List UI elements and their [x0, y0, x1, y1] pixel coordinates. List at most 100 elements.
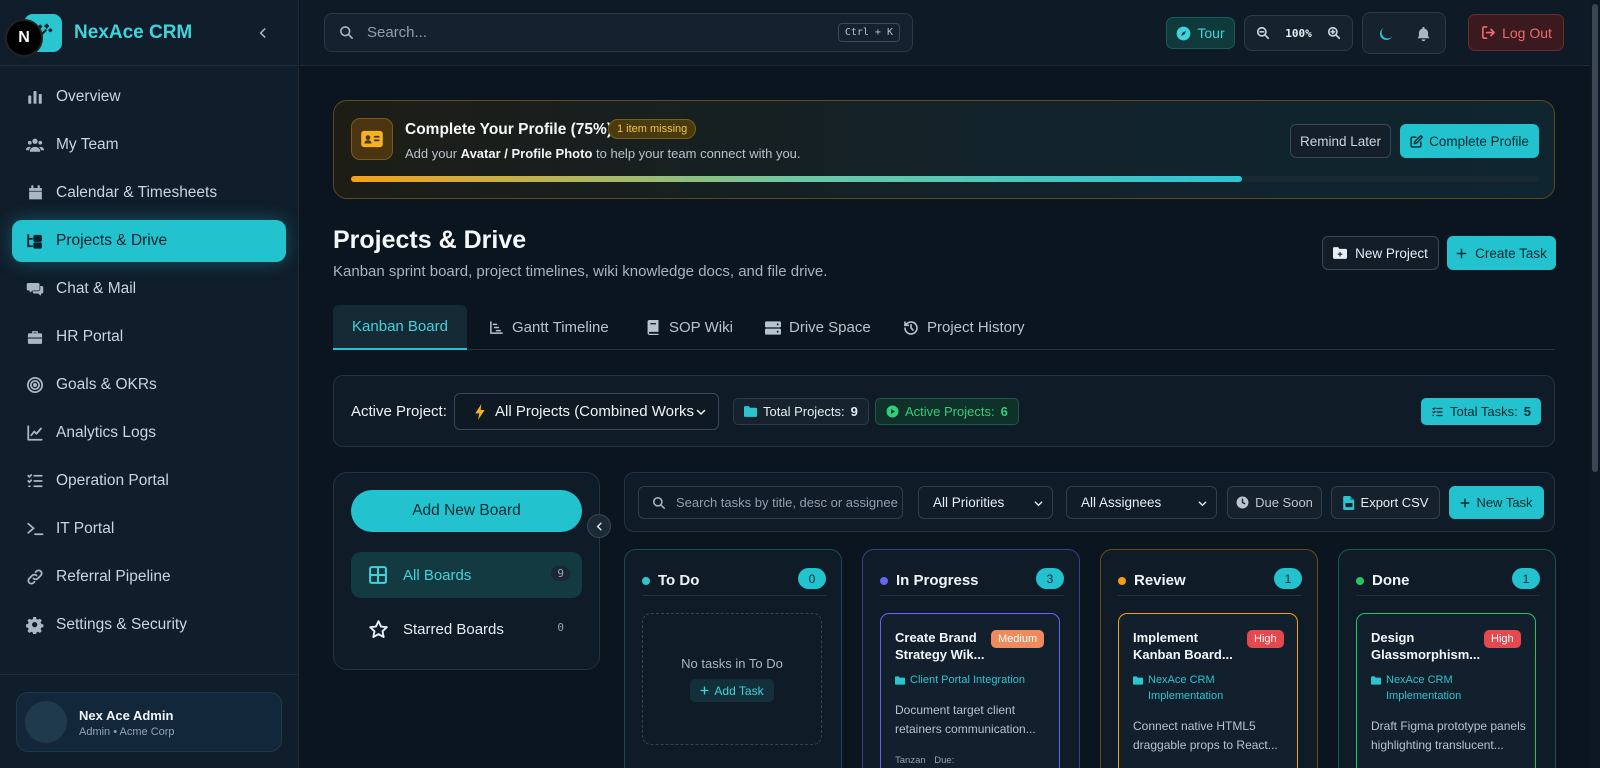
tab-kanban-board[interactable]: Kanban Board: [333, 305, 467, 350]
task-card[interactable]: Create Brand Strategy Wik... Medium Clie…: [880, 613, 1060, 768]
tab-project-history[interactable]: Project History: [903, 305, 1025, 350]
plus-icon: [1460, 498, 1470, 508]
zoom-in-icon[interactable]: [1326, 25, 1342, 41]
column-title: To Do: [658, 572, 700, 589]
sidebar-item-label: IT Portal: [56, 520, 115, 537]
column-title: In Progress: [896, 572, 979, 589]
task-project: NexAce CRM Implementation: [1133, 673, 1283, 704]
link-icon: [24, 566, 46, 588]
task-card[interactable]: Design Glassmorphism... High NexAce CRM …: [1356, 613, 1536, 768]
clock-icon: [1236, 496, 1249, 509]
total-tasks-stat: Total Tasks: 5: [1421, 398, 1541, 425]
brand-name: NexAce CRM: [74, 21, 193, 43]
page-scrollbar[interactable]: [1590, 0, 1600, 768]
complete-profile-button[interactable]: Complete Profile: [1400, 124, 1539, 158]
empty-column-dropzone[interactable]: No tasks in To Do Add Task: [642, 613, 822, 745]
page-title: Projects & Drive: [333, 226, 527, 254]
sidebar-item-my-team[interactable]: My Team: [12, 124, 286, 166]
grid-icon: [367, 564, 389, 586]
file-csv-icon: [1342, 495, 1355, 510]
sidebar-item-goals-okrs[interactable]: Goals & OKRs: [12, 364, 286, 406]
user-profile-card[interactable]: Nex Ace Admin Admin • Acme Corp: [16, 692, 282, 752]
task-project: NexAce CRM Implementation: [1371, 673, 1521, 704]
sidebar-item-analytics-logs[interactable]: Analytics Logs: [12, 412, 286, 454]
sidebar-item-operation-portal[interactable]: Operation Portal: [12, 460, 286, 502]
active-project-select[interactable]: All Projects (Combined Works: [454, 393, 719, 430]
tab-sop-wiki[interactable]: SOP Wiki: [645, 305, 733, 350]
tour-button[interactable]: Tour: [1166, 17, 1235, 49]
assignee-filter-select[interactable]: All Assignees: [1066, 486, 1217, 519]
sidebar-item-calendar[interactable]: Calendar & Timesheets: [12, 172, 286, 214]
task-card[interactable]: Implement Kanban Board... High NexAce CR…: [1118, 613, 1298, 768]
new-task-button[interactable]: New Task: [1449, 486, 1544, 519]
board-item-starred[interactable]: Starred Boards 0: [351, 606, 582, 652]
sidebar-item-overview[interactable]: Overview: [12, 76, 286, 118]
add-task-label: Add Task: [714, 683, 764, 698]
create-task-button[interactable]: Create Task: [1447, 236, 1556, 270]
compass-icon: [1176, 26, 1191, 41]
new-project-button[interactable]: New Project: [1322, 236, 1439, 270]
due-soon-filter-button[interactable]: Due Soon: [1227, 486, 1322, 519]
collapse-sidebar-button[interactable]: [252, 22, 274, 44]
due-soon-label: Due Soon: [1255, 495, 1313, 510]
priority-badge: Medium: [991, 630, 1045, 648]
board-label: All Boards: [403, 566, 472, 584]
brand-header: NexAce CRM: [0, 0, 298, 66]
new-task-label: New Task: [1476, 495, 1533, 510]
task-title: Create Brand Strategy Wik...: [895, 630, 985, 662]
sidebar-item-chat-mail[interactable]: Chat & Mail: [12, 268, 286, 310]
task-project: Client Portal Integration: [895, 673, 1045, 689]
kanban-column-todo: To Do 0 No tasks in To Do Add Task: [624, 549, 842, 768]
zoom-controls: 100%: [1244, 15, 1353, 51]
profile-completion-banner: Complete Your Profile (75%) 1 item missi…: [333, 100, 1555, 199]
star-icon: [367, 618, 389, 640]
remind-later-button[interactable]: Remind Later: [1290, 124, 1391, 158]
column-header: Review 1: [1118, 566, 1302, 596]
board-item-all[interactable]: All Boards 9: [351, 552, 582, 598]
task-assignee: Tanzan: [895, 755, 926, 766]
tab-gantt-timeline[interactable]: Gantt Timeline: [488, 305, 609, 350]
chat-icon: [24, 278, 46, 300]
avatar[interactable]: N: [5, 19, 43, 57]
tab-label: Gantt Timeline: [512, 319, 609, 336]
tab-drive-space[interactable]: Drive Space: [765, 305, 871, 350]
utility-controls: [1362, 12, 1446, 54]
sidebar-item-referral-pipeline[interactable]: Referral Pipeline: [12, 556, 286, 598]
sidebar-item-label: Projects & Drive: [56, 232, 168, 249]
logout-button[interactable]: Log Out: [1468, 14, 1564, 51]
add-new-board-button[interactable]: Add New Board: [351, 490, 582, 532]
moon-icon[interactable]: [1376, 24, 1396, 44]
column-title: Review: [1134, 572, 1186, 589]
task-project-name: Client Portal Integration: [910, 674, 1025, 686]
assignee-filter-value: All Assignees: [1081, 495, 1162, 510]
edit-icon: [1410, 134, 1423, 148]
gear-icon: [24, 614, 46, 636]
complete-profile-label: Complete Profile: [1429, 133, 1529, 149]
plus-icon: [700, 686, 709, 695]
tab-label: Kanban Board: [352, 318, 448, 335]
add-task-button[interactable]: Add Task: [690, 679, 774, 702]
line-chart-icon: [24, 422, 46, 444]
zoom-out-icon[interactable]: [1255, 25, 1271, 41]
global-search-input[interactable]: Search... Ctrl + K: [324, 13, 913, 52]
sidebar-item-label: Goals & OKRs: [56, 376, 157, 393]
sidebar-item-label: Settings & Security: [56, 616, 187, 633]
export-csv-button[interactable]: Export CSV: [1331, 486, 1440, 519]
chevron-down-icon: [1032, 497, 1044, 509]
collapse-boards-button[interactable]: [587, 514, 611, 538]
scrollbar-thumb[interactable]: [1592, 4, 1598, 472]
task-search-input[interactable]: Search tasks by title, desc or assignee: [638, 486, 903, 519]
sidebar-item-hr-portal[interactable]: HR Portal: [12, 316, 286, 358]
active-projects-stat: Active Projects: 6: [875, 398, 1019, 425]
priority-filter-select[interactable]: All Priorities: [918, 486, 1053, 519]
sidebar-item-projects-drive[interactable]: Projects & Drive: [12, 220, 286, 262]
column-dot: [880, 576, 888, 585]
sidebar-item-it-portal[interactable]: IT Portal: [12, 508, 286, 550]
column-count: 1: [1274, 568, 1302, 589]
bell-icon[interactable]: [1413, 24, 1433, 44]
folder-icon: [1371, 675, 1381, 685]
sidebar-item-label: Operation Portal: [56, 472, 169, 489]
profile-progress-bar: [351, 176, 1539, 182]
sidebar-item-settings-security[interactable]: Settings & Security: [12, 604, 286, 646]
sidebar-item-label: HR Portal: [56, 328, 124, 345]
